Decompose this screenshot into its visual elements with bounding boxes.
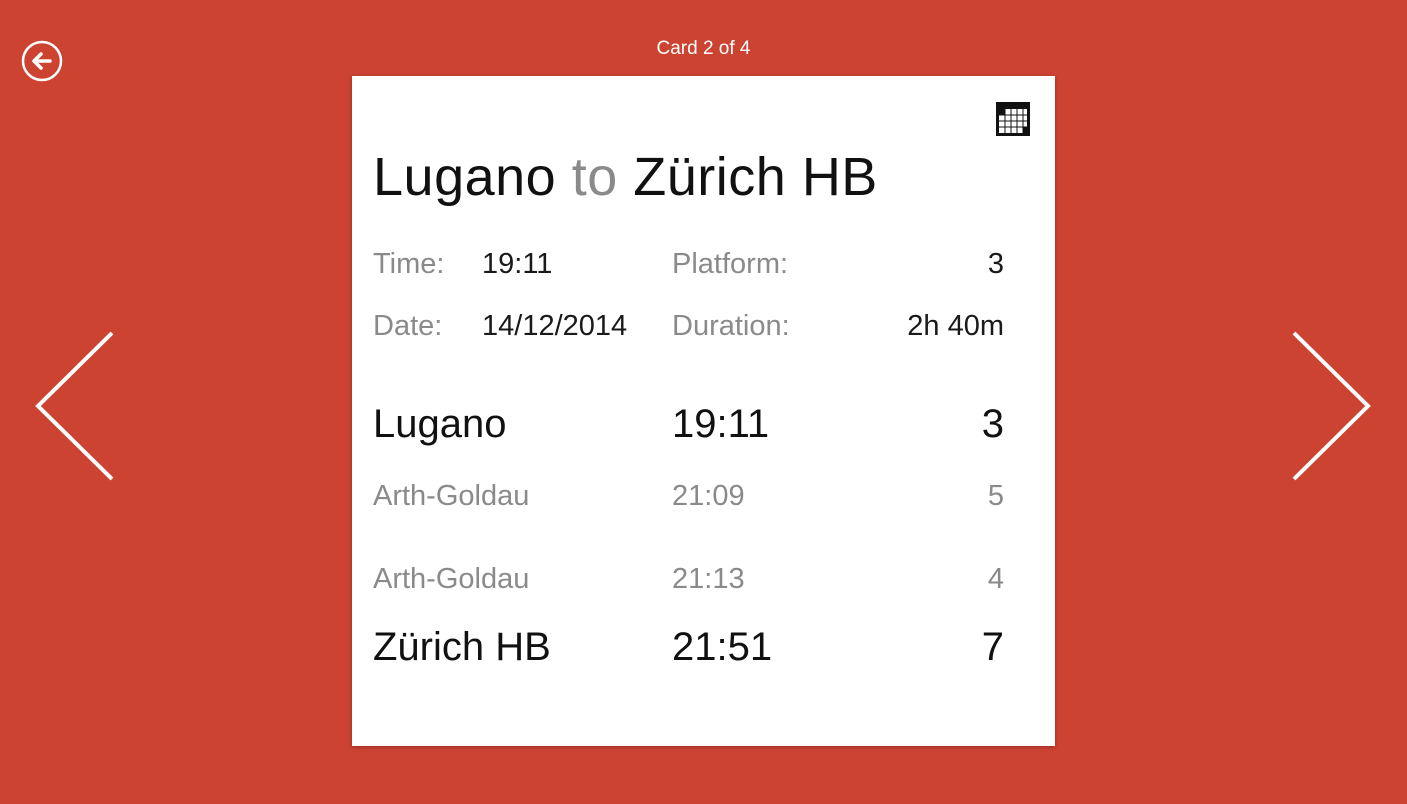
stop-time: 19:11	[672, 402, 770, 446]
time-value: 19:11	[482, 248, 553, 280]
stop-name: Lugano	[373, 402, 507, 446]
trip-title: Lugano to Zürich HB	[373, 146, 878, 208]
chevron-right-icon	[1292, 331, 1371, 481]
calendar-icon	[996, 102, 1030, 136]
previous-card-button[interactable]	[33, 330, 115, 482]
trip-card: Lugano to Zürich HB Time: 19:11 Platform…	[352, 76, 1055, 746]
stop-platform: 3	[981, 402, 1004, 446]
stop-platform: 7	[981, 625, 1004, 669]
date-value: 14/12/2014	[482, 310, 628, 342]
title-origin: Lugano	[373, 147, 557, 207]
platform-label: Platform:	[672, 248, 789, 280]
stop-time: 21:13	[672, 563, 745, 595]
next-card-button[interactable]	[1291, 330, 1373, 482]
stop-time: 21:51	[672, 625, 773, 669]
duration-value: 2h 40m	[907, 310, 1004, 342]
title-connector: to	[571, 147, 618, 207]
title-destination: Zürich HB	[633, 147, 878, 207]
add-to-calendar-button[interactable]	[995, 101, 1031, 137]
stop-name: Arth-Goldau	[373, 480, 530, 512]
chevron-left-icon	[35, 331, 114, 481]
stop-platform: 5	[987, 480, 1004, 512]
platform-value: 3	[987, 248, 1004, 280]
stop-name: Arth-Goldau	[373, 563, 530, 595]
card-counter: Card 2 of 4	[656, 38, 751, 59]
stop-time: 21:09	[672, 480, 745, 512]
duration-label: Duration:	[672, 310, 790, 342]
stop-platform: 4	[987, 563, 1004, 595]
time-label: Time:	[373, 248, 445, 280]
stop-name: Zürich HB	[373, 625, 551, 669]
date-label: Date:	[373, 310, 443, 342]
